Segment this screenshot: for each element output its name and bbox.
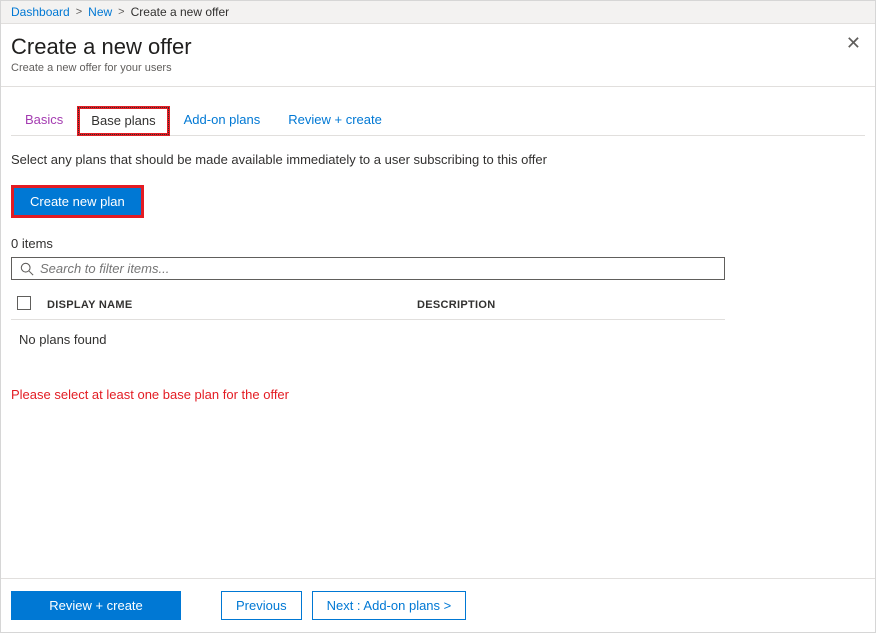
tab-review-create[interactable]: Review + create: [274, 106, 396, 136]
page-header: Create a new offer Create a new offer fo…: [1, 24, 875, 87]
next-button[interactable]: Next : Add-on plans >: [312, 591, 467, 620]
empty-state: No plans found: [11, 320, 725, 359]
footer-bar: Review + create Previous Next : Add-on p…: [1, 578, 875, 632]
review-create-button[interactable]: Review + create: [11, 591, 181, 620]
previous-button[interactable]: Previous: [221, 591, 302, 620]
create-new-plan-button[interactable]: Create new plan: [14, 188, 141, 215]
table-header: DISPLAY NAME DESCRIPTION: [11, 290, 725, 320]
validation-error: Please select at least one base plan for…: [11, 387, 865, 402]
breadcrumb-current: Create a new offer: [131, 5, 230, 19]
tab-base-plans[interactable]: Base plans: [77, 106, 169, 136]
instruction-text: Select any plans that should be made ava…: [11, 152, 865, 167]
page-title: Create a new offer: [11, 34, 865, 60]
column-description[interactable]: DESCRIPTION: [417, 299, 495, 311]
breadcrumb: Dashboard > New > Create a new offer: [1, 1, 875, 24]
select-all-checkbox[interactable]: [17, 296, 31, 310]
search-icon: [20, 262, 34, 276]
tab-addon-plans[interactable]: Add-on plans: [170, 106, 275, 136]
create-plan-highlight: Create new plan: [11, 185, 144, 218]
close-icon[interactable]: ✕: [846, 34, 861, 52]
tab-basics[interactable]: Basics: [11, 106, 77, 136]
breadcrumb-dashboard[interactable]: Dashboard: [11, 5, 70, 19]
items-count: 0 items: [11, 236, 865, 251]
breadcrumb-new[interactable]: New: [88, 5, 112, 19]
search-input[interactable]: [40, 261, 716, 276]
chevron-right-icon: >: [118, 6, 124, 18]
chevron-right-icon: >: [76, 6, 82, 18]
page-subtitle: Create a new offer for your users: [11, 62, 865, 74]
search-box[interactable]: [11, 257, 725, 280]
plans-table: DISPLAY NAME DESCRIPTION No plans found: [11, 290, 725, 359]
column-display-name[interactable]: DISPLAY NAME: [47, 299, 417, 311]
tab-bar: Basics Base plans Add-on plans Review + …: [11, 105, 865, 136]
